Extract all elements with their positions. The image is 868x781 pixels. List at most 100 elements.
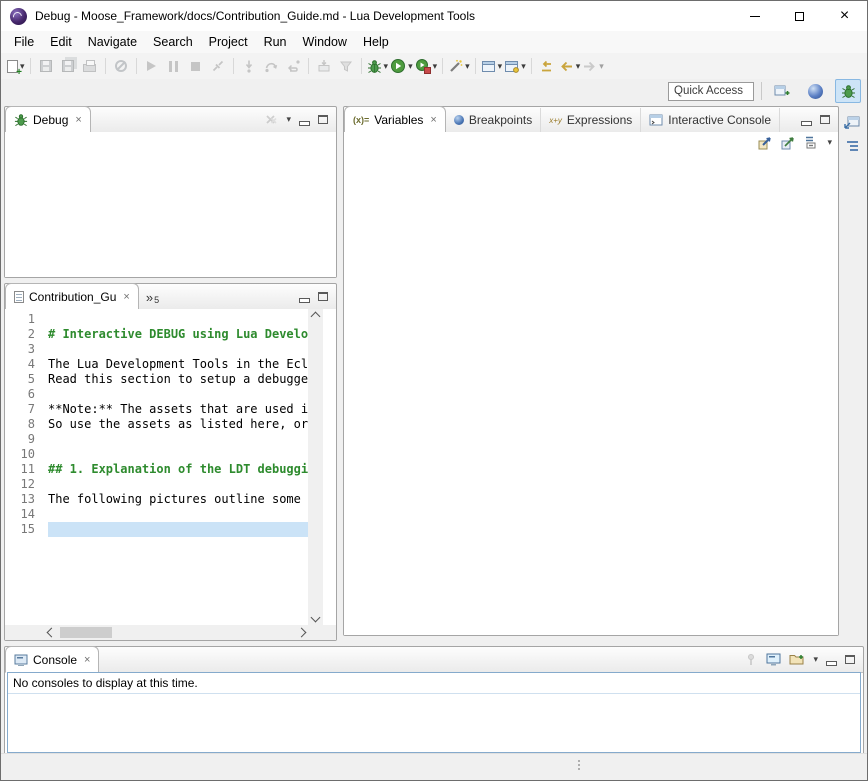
- tab-debug[interactable]: Debug ×: [5, 106, 91, 133]
- display-console-icon[interactable]: [766, 653, 781, 666]
- show-logical-structures-icon[interactable]: [781, 135, 796, 150]
- maximize-window-button[interactable]: [777, 1, 822, 31]
- chevron-down-icon[interactable]: ▾: [576, 62, 581, 71]
- step-into-button[interactable]: [239, 55, 259, 77]
- new-wizard-button[interactable]: ▾: [7, 60, 25, 73]
- use-step-filters-button[interactable]: [336, 55, 356, 77]
- editor-line[interactable]: [48, 312, 308, 327]
- tab-interactive-console[interactable]: Interactive Console: [641, 108, 780, 132]
- scroll-left-icon[interactable]: [44, 625, 58, 640]
- suspend-button[interactable]: [164, 55, 184, 77]
- collapse-all-icon[interactable]: [804, 135, 819, 150]
- scroll-right-icon[interactable]: [294, 625, 308, 640]
- last-edit-location-button[interactable]: [537, 55, 557, 77]
- horizontal-scrollbar[interactable]: [5, 625, 336, 640]
- editor-line[interactable]: The Lua Development Tools in the Ecli: [48, 357, 308, 372]
- open-perspective-button[interactable]: [769, 79, 795, 103]
- vertical-scrollbar[interactable]: [308, 309, 323, 625]
- maximize-view-icon[interactable]: [318, 115, 328, 124]
- restore-view-icon[interactable]: [844, 114, 861, 130]
- minimize-view-icon[interactable]: [299, 298, 310, 303]
- sash-grip[interactable]: [578, 760, 580, 762]
- editor-line[interactable]: [48, 342, 308, 357]
- horizontal-scroll-track[interactable]: [58, 625, 294, 640]
- editor-line[interactable]: Read this section to setup a debugger: [48, 372, 308, 387]
- chevron-down-icon[interactable]: ▾: [408, 62, 413, 71]
- run-button[interactable]: ▾: [390, 58, 413, 74]
- minimize-window-button[interactable]: [732, 1, 777, 31]
- chevron-down-icon[interactable]: ▾: [521, 62, 526, 71]
- quick-access-input[interactable]: Quick Access: [668, 82, 754, 101]
- show-type-names-icon[interactable]: [758, 135, 773, 150]
- chevron-down-icon[interactable]: ▾: [465, 62, 470, 71]
- close-tab-icon[interactable]: ×: [75, 114, 81, 126]
- outline-view-icon[interactable]: [845, 139, 861, 153]
- hidden-editors-chevron[interactable]: » 5: [139, 285, 166, 309]
- tab-breakpoints[interactable]: Breakpoints: [446, 108, 541, 132]
- tab-expressions[interactable]: x+y Expressions: [541, 108, 641, 132]
- open-console-icon[interactable]: [789, 653, 805, 666]
- editor-line[interactable]: The following pictures outline some o: [48, 492, 308, 507]
- save-all-button[interactable]: [58, 55, 78, 77]
- tab-contribution-guide[interactable]: Contribution_Gu ×: [5, 283, 139, 310]
- maximize-view-icon[interactable]: [318, 292, 328, 301]
- debug-button[interactable]: ▾: [367, 59, 389, 74]
- minimize-view-icon[interactable]: [801, 121, 812, 126]
- editor-line[interactable]: [48, 432, 308, 447]
- lua-perspective-button[interactable]: [802, 79, 828, 103]
- back-button[interactable]: ▾: [559, 59, 581, 74]
- editor-line[interactable]: ## 1. Explanation of the LDT debuggin: [48, 462, 308, 477]
- editor-line[interactable]: [48, 507, 308, 522]
- editor-line[interactable]: # Interactive DEBUG using Lua Develop: [48, 327, 308, 342]
- menu-edit[interactable]: Edit: [42, 33, 80, 51]
- editor-line[interactable]: So use the assets as listed here, or: [48, 417, 308, 432]
- menu-project[interactable]: Project: [201, 33, 256, 51]
- maximize-view-icon[interactable]: [820, 115, 830, 124]
- maximize-view-icon[interactable]: [845, 655, 855, 664]
- new-lua-file-button[interactable]: ▾: [481, 59, 503, 74]
- menu-run[interactable]: Run: [256, 33, 295, 51]
- editor-line[interactable]: [48, 522, 308, 537]
- menu-window[interactable]: Window: [295, 33, 355, 51]
- tab-console[interactable]: Console ×: [5, 646, 99, 673]
- menu-navigate[interactable]: Navigate: [80, 33, 145, 51]
- coverage-button[interactable]: ▾: [415, 58, 438, 74]
- editor-code[interactable]: # Interactive DEBUG using Lua Develop The…: [42, 309, 308, 625]
- view-menu-icon[interactable]: ▾: [827, 137, 832, 148]
- editor-gutter[interactable]: 123456789101112131415: [5, 309, 42, 625]
- close-tab-icon[interactable]: ×: [123, 291, 129, 303]
- open-console-menu-icon[interactable]: ▾: [813, 654, 818, 665]
- menu-file[interactable]: File: [6, 33, 42, 51]
- close-tab-icon[interactable]: ×: [430, 114, 436, 126]
- chevron-down-icon[interactable]: ▾: [433, 62, 438, 71]
- menu-search[interactable]: Search: [145, 33, 201, 51]
- horizontal-scroll-thumb[interactable]: [60, 627, 112, 638]
- disconnect-button[interactable]: [208, 55, 228, 77]
- skip-breakpoints-button[interactable]: [111, 55, 131, 77]
- editor-line[interactable]: **Note:** The assets that are used in: [48, 402, 308, 417]
- chevron-down-icon[interactable]: ▾: [599, 62, 604, 71]
- minimize-view-icon[interactable]: [826, 661, 837, 666]
- external-tools-button[interactable]: ▾: [448, 59, 470, 74]
- editor-line[interactable]: [48, 387, 308, 402]
- scroll-up-icon[interactable]: [312, 313, 319, 320]
- print-button[interactable]: [80, 55, 100, 77]
- drop-to-frame-button[interactable]: [314, 55, 334, 77]
- resume-button[interactable]: [142, 55, 162, 77]
- step-over-button[interactable]: [261, 55, 281, 77]
- pin-console-icon[interactable]: [745, 653, 758, 666]
- save-button[interactable]: [36, 55, 56, 77]
- open-search-dialog-button[interactable]: ▾: [504, 59, 526, 74]
- debug-view-body[interactable]: [5, 132, 336, 277]
- chevron-down-icon[interactable]: ▾: [498, 62, 503, 71]
- minimize-view-icon[interactable]: [299, 121, 310, 126]
- view-menu-icon[interactable]: ▾: [286, 114, 291, 125]
- tab-variables[interactable]: (x)= Variables ×: [344, 106, 446, 133]
- forward-button[interactable]: ▾: [582, 59, 604, 74]
- debug-perspective-button[interactable]: [835, 79, 861, 103]
- overview-ruler[interactable]: [323, 309, 336, 625]
- scroll-down-icon[interactable]: [312, 614, 319, 621]
- editor-line[interactable]: [48, 447, 308, 462]
- remove-all-terminated-icon[interactable]: [264, 113, 278, 127]
- editor-line[interactable]: [48, 477, 308, 492]
